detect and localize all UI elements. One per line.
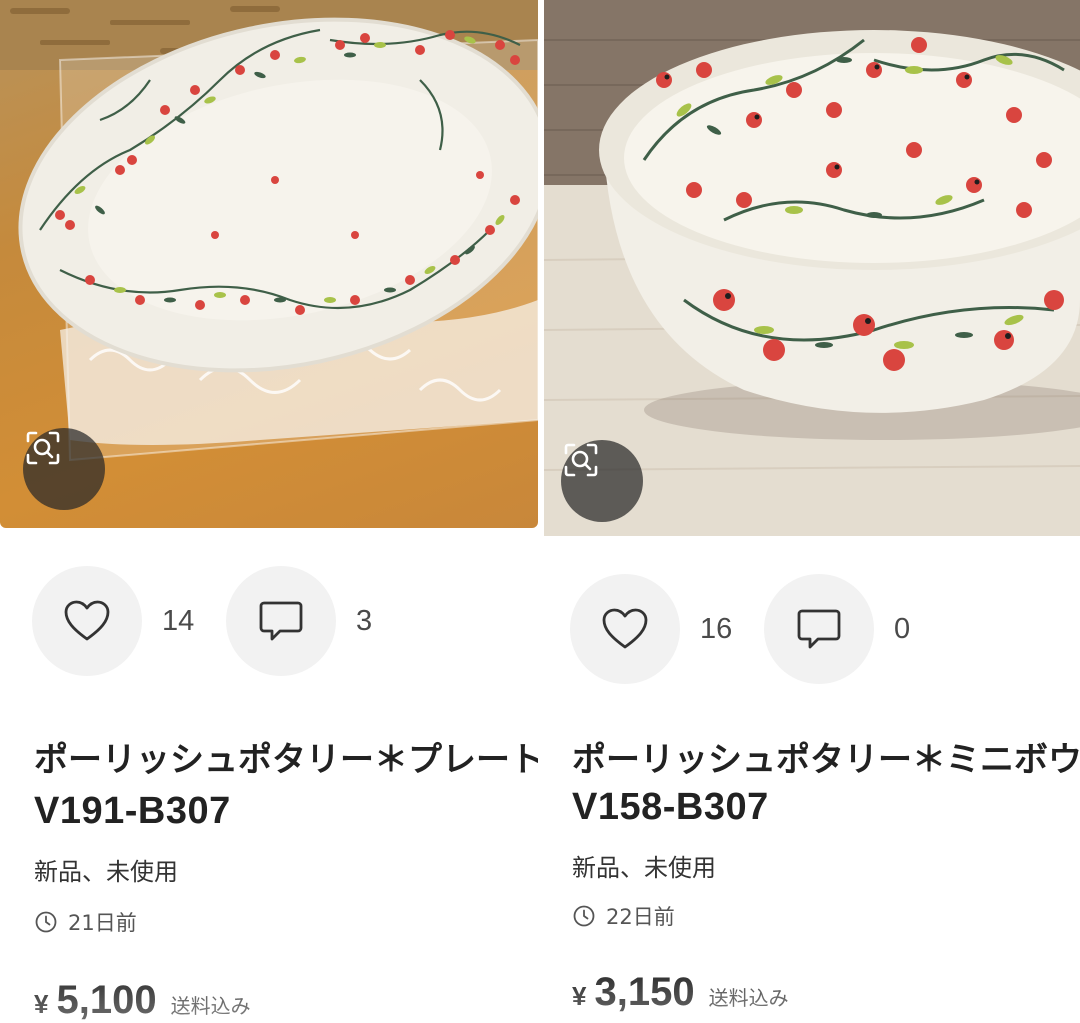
like-count: 14 — [162, 604, 195, 637]
heart-icon — [602, 608, 648, 649]
image-search-button[interactable] — [23, 428, 105, 510]
currency-symbol: ¥ — [34, 989, 49, 1019]
price-row: ¥ 5,100 送料込み — [34, 978, 251, 1023]
product-condition: 新品、未使用 — [572, 854, 716, 882]
product-price: 3,150 — [594, 970, 695, 1014]
shipping-label: 送料込み — [170, 994, 251, 1018]
comment-button[interactable] — [764, 574, 874, 684]
comment-icon — [797, 609, 841, 649]
like-button[interactable] — [570, 574, 680, 684]
product-title[interactable]: ポーリッシュポタリー＊プレート — [34, 740, 538, 780]
like-button[interactable] — [32, 566, 142, 676]
product-photo-bowl[interactable] — [544, 0, 1080, 536]
clock-icon — [573, 905, 595, 927]
product-sku: V158-B307 — [572, 786, 769, 828]
clock-icon — [35, 911, 57, 933]
shipping-label: 送料込み — [708, 986, 789, 1010]
action-row: 16 0 — [570, 574, 958, 684]
image-search-icon — [564, 443, 598, 477]
posted-time-label: 21日前 — [68, 911, 137, 935]
comment-button[interactable] — [226, 566, 336, 676]
product-card-bowl[interactable]: 16 0 ポーリッシュポタリー＊ミニボウル V158-B307 新品、未使用 2… — [544, 0, 1080, 1023]
comment-icon — [259, 601, 303, 641]
price-row: ¥ 3,150 送料込み — [572, 970, 789, 1015]
posted-time: 22日前 — [572, 901, 675, 931]
product-title[interactable]: ポーリッシュポタリー＊ミニボウル — [572, 740, 1080, 780]
product-condition: 新品、未使用 — [34, 858, 178, 886]
currency-symbol: ¥ — [572, 981, 587, 1011]
like-count: 16 — [700, 612, 733, 645]
product-sku: V191-B307 — [34, 790, 231, 832]
product-grid: 14 3 ポーリッシュポタリー＊プレート V191-B307 新品、未使用 21… — [0, 0, 1080, 1023]
image-search-icon — [26, 431, 60, 465]
action-row: 14 3 — [32, 566, 420, 676]
product-photo-plate[interactable] — [0, 0, 538, 528]
posted-time: 21日前 — [34, 907, 137, 937]
image-search-button[interactable] — [561, 440, 643, 522]
heart-icon — [64, 600, 110, 641]
comment-count: 3 — [356, 604, 373, 637]
comment-count: 0 — [894, 612, 911, 645]
product-price: 5,100 — [56, 978, 157, 1022]
product-card-plate[interactable]: 14 3 ポーリッシュポタリー＊プレート V191-B307 新品、未使用 21… — [0, 0, 538, 1023]
posted-time-label: 22日前 — [606, 905, 675, 929]
